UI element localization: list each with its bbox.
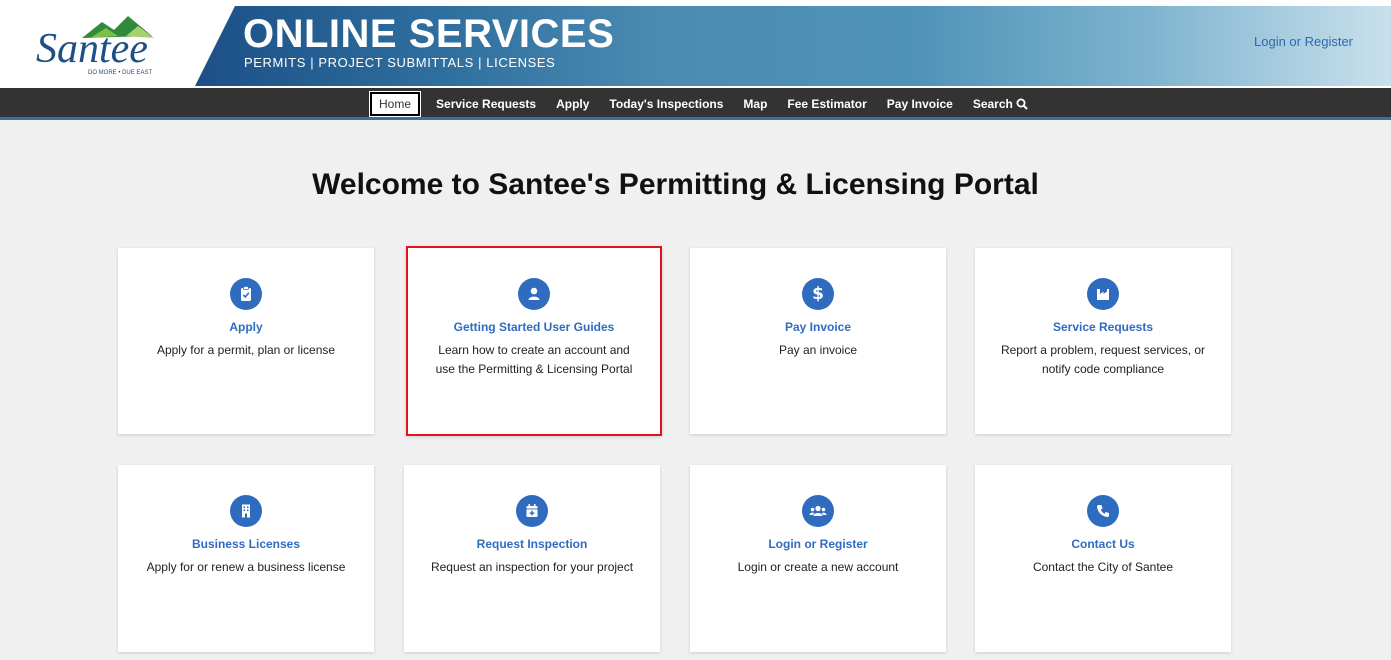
login-register-link[interactable]: Login or Register — [1254, 34, 1353, 49]
card-title: Apply — [229, 320, 263, 334]
building-icon — [230, 495, 262, 527]
nav-map[interactable]: Map — [733, 97, 777, 111]
card-login-register[interactable]: Login or Register Login or create a new … — [690, 465, 946, 652]
nav-search[interactable]: Search — [963, 97, 1038, 111]
card-description: Report a problem, request services, or n… — [1000, 343, 1206, 376]
card-description: Login or create a new account — [737, 560, 899, 574]
svg-text:Santee: Santee — [36, 26, 148, 72]
user-icon — [518, 278, 550, 310]
santee-logo[interactable]: Santee DO MORE • DUE EAST — [30, 10, 170, 78]
card-request-inspection[interactable]: Request Inspection Request an inspection… — [404, 465, 660, 652]
card-description: Learn how to create an account and use t… — [435, 343, 633, 376]
main-nav: Home Service Requests Apply Today's Insp… — [0, 88, 1391, 120]
card-apply[interactable]: Apply Apply for a permit, plan or licens… — [118, 248, 374, 434]
banner-notch — [195, 6, 235, 86]
nav-items: Home Service Requests Apply Today's Insp… — [368, 88, 1038, 120]
svg-text:DO MORE • DUE EAST: DO MORE • DUE EAST — [88, 70, 152, 76]
card-getting-started[interactable]: Getting Started User Guides Learn how to… — [406, 246, 662, 436]
industry-icon — [1087, 278, 1119, 310]
card-description: Contact the City of Santee — [1032, 560, 1174, 574]
site-header: Santee DO MORE • DUE EAST ONLINE SERVICE… — [0, 0, 1391, 88]
card-description: Apply for or renew a business license — [146, 560, 346, 574]
card-title: Pay Invoice — [784, 320, 852, 334]
card-title: Getting Started User Guides — [453, 320, 615, 334]
card-pay-invoice[interactable]: $ Pay Invoice Pay an invoice — [690, 248, 946, 434]
card-title: Business Licenses — [191, 537, 301, 551]
card-service-requests[interactable]: Service Requests Report a problem, reque… — [975, 248, 1231, 434]
card-title: Service Requests — [1052, 320, 1154, 334]
card-description: Apply for a permit, plan or license — [156, 343, 336, 357]
nav-pay-invoice[interactable]: Pay Invoice — [877, 97, 963, 111]
card-title: Request Inspection — [476, 537, 588, 551]
card-title: Contact Us — [1071, 537, 1135, 551]
nav-apply[interactable]: Apply — [546, 97, 599, 111]
clipboard-check-icon — [230, 278, 262, 310]
banner-title: ONLINE SERVICES — [243, 12, 615, 56]
phone-icon — [1087, 495, 1119, 527]
nav-todays-inspections[interactable]: Today's Inspections — [599, 97, 733, 111]
calendar-plus-icon — [516, 495, 548, 527]
nav-home[interactable]: Home — [368, 91, 422, 117]
nav-service-requests[interactable]: Service Requests — [426, 97, 546, 111]
nav-search-label: Search — [972, 97, 1013, 111]
page-title: Welcome to Santee's Permitting & Licensi… — [312, 168, 1039, 201]
card-contact-us[interactable]: Contact Us Contact the City of Santee — [975, 465, 1231, 652]
card-business-licenses[interactable]: Business Licenses Apply for or renew a b… — [118, 465, 374, 652]
users-icon — [802, 495, 834, 527]
banner-subtitle: PERMITS | PROJECT SUBMITTALS | LICENSES — [244, 55, 556, 70]
card-title: Login or Register — [768, 537, 868, 551]
card-description: Request an inspection for your project — [430, 560, 634, 574]
dollar-icon: $ — [802, 278, 834, 310]
nav-fee-estimator[interactable]: Fee Estimator — [777, 97, 876, 111]
search-icon — [1016, 98, 1028, 110]
card-description: Pay an invoice — [778, 343, 858, 357]
